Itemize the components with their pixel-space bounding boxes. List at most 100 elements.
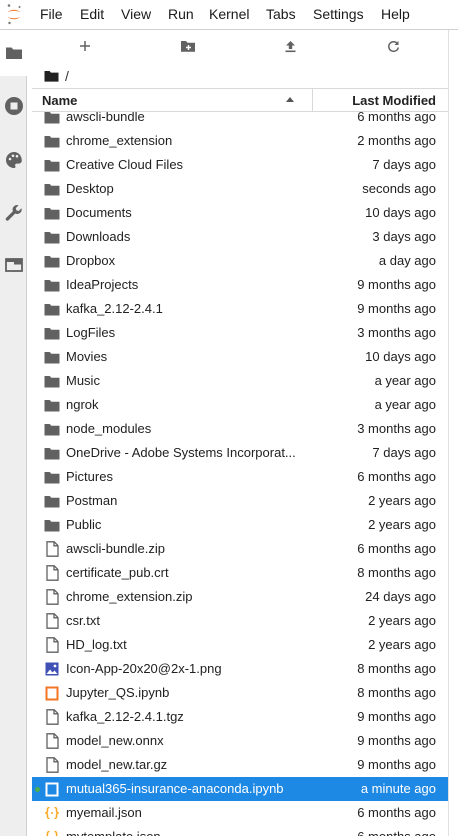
left-activity-bar bbox=[0, 30, 27, 836]
running-sessions-tab[interactable] bbox=[3, 95, 25, 117]
folder-icon bbox=[44, 181, 60, 197]
file-row[interactable]: mytemplate.json 6 months ago bbox=[32, 825, 448, 836]
file-modified: 8 months ago bbox=[357, 565, 436, 580]
file-modified: seconds ago bbox=[362, 181, 436, 196]
file-row[interactable]: Postman 2 years ago bbox=[32, 489, 448, 513]
file-name: Creative Cloud Files bbox=[66, 157, 184, 172]
right-sidebar-edge bbox=[448, 30, 458, 836]
file-row[interactable]: Creative Cloud Files 7 days ago bbox=[32, 153, 448, 177]
file-row[interactable]: node_modules 3 months ago bbox=[32, 417, 448, 441]
wrench-icon bbox=[5, 205, 22, 221]
column-divider[interactable] bbox=[312, 89, 313, 111]
file-row[interactable]: chrome_extension.zip 24 days ago bbox=[32, 585, 448, 609]
file-name: HD_log.txt bbox=[66, 637, 127, 652]
file-row[interactable]: LogFiles 3 months ago bbox=[32, 321, 448, 345]
file-modified: 3 days ago bbox=[372, 229, 436, 244]
file-row[interactable]: Documents 10 days ago bbox=[32, 201, 448, 225]
file-modified: 9 months ago bbox=[357, 301, 436, 316]
file-row[interactable]: mutual365-insurance-anaconda.ipynb a minu… bbox=[32, 777, 448, 801]
file-row[interactable]: Dropbox a day ago bbox=[32, 249, 448, 273]
file-modified: 2 years ago bbox=[368, 493, 436, 508]
menu-help[interactable]: Help bbox=[381, 6, 410, 22]
file-name: kafka_2.12-2.4.1 bbox=[66, 301, 163, 316]
file-row[interactable]: Public 2 years ago bbox=[32, 513, 448, 537]
file-row[interactable]: chrome_extension 2 months ago bbox=[32, 129, 448, 153]
extension-manager-tab[interactable] bbox=[3, 202, 25, 224]
file-row[interactable]: kafka_2.12-2.4.1.tgz 9 months ago bbox=[32, 705, 448, 729]
file-row[interactable]: HD_log.txt 2 years ago bbox=[32, 633, 448, 657]
file-row[interactable]: awscli-bundle 6 months ago bbox=[32, 112, 448, 129]
file-row[interactable]: csr.txt 2 years ago bbox=[32, 609, 448, 633]
upload-files-button[interactable] bbox=[279, 36, 301, 56]
folder-icon bbox=[6, 47, 22, 59]
file-modified: 2 years ago bbox=[368, 637, 436, 652]
folder-icon bbox=[44, 277, 60, 293]
tabs-tab[interactable] bbox=[3, 254, 25, 276]
file-name: Pictures bbox=[66, 469, 113, 484]
file-modified: 2 months ago bbox=[357, 133, 436, 148]
file-list[interactable]: awscli-bundle 6 months ago chrome_extensio… bbox=[32, 112, 448, 836]
menu-edit[interactable]: Edit bbox=[80, 6, 104, 22]
file-modified: 7 days ago bbox=[372, 445, 436, 460]
file-row[interactable]: myemail.json 6 months ago bbox=[32, 801, 448, 825]
menu-bar: File Edit View Run Kernel Tabs Settings … bbox=[0, 0, 458, 30]
file-name: Icon-App-20x20@2x-1.png bbox=[66, 661, 222, 676]
file-row[interactable]: Movies 10 days ago bbox=[32, 345, 448, 369]
menu-run[interactable]: Run bbox=[168, 6, 194, 22]
file-modified: a year ago bbox=[374, 397, 436, 412]
name-column-header[interactable]: Name bbox=[42, 93, 77, 108]
file-name: myemail.json bbox=[66, 805, 142, 820]
file-row[interactable]: Music a year ago bbox=[32, 369, 448, 393]
file-row[interactable]: certificate_pub.crt 8 months ago bbox=[32, 561, 448, 585]
folder-icon bbox=[44, 373, 60, 389]
file-modified: 6 months ago bbox=[357, 541, 436, 556]
file-icon bbox=[44, 637, 60, 653]
file-row[interactable]: Pictures 6 months ago bbox=[32, 465, 448, 489]
file-row[interactable]: OneDrive - Adobe Systems Incorporat... 7 … bbox=[32, 441, 448, 465]
file-modified: 6 months ago bbox=[357, 469, 436, 484]
menu-file[interactable]: File bbox=[40, 6, 63, 22]
menu-view[interactable]: View bbox=[121, 6, 151, 22]
menu-kernel[interactable]: Kernel bbox=[209, 6, 249, 22]
file-name: LogFiles bbox=[66, 325, 116, 340]
file-icon bbox=[44, 589, 60, 605]
file-browser-tab[interactable] bbox=[3, 42, 25, 64]
file-name: certificate_pub.crt bbox=[66, 565, 169, 580]
file-name: kafka_2.12-2.4.1.tgz bbox=[66, 709, 184, 724]
menu-settings[interactable]: Settings bbox=[313, 6, 364, 22]
file-name: ngrok bbox=[66, 397, 99, 412]
property-inspector-tab[interactable] bbox=[3, 149, 25, 171]
folder-icon bbox=[44, 469, 60, 485]
breadcrumb-root[interactable]: / bbox=[65, 68, 69, 84]
file-row[interactable]: awscli-bundle.zip 6 months ago bbox=[32, 537, 448, 561]
refresh-button[interactable] bbox=[382, 36, 404, 56]
folder-icon bbox=[44, 445, 60, 461]
file-name: chrome_extension.zip bbox=[66, 589, 193, 604]
file-modified: 2 years ago bbox=[368, 517, 436, 532]
folder-icon bbox=[44, 301, 60, 317]
file-modified: 9 months ago bbox=[357, 733, 436, 748]
file-name: mytemplate.json bbox=[66, 829, 161, 836]
file-row[interactable]: Jupyter_QS.ipynb 8 months ago bbox=[32, 681, 448, 705]
file-row[interactable]: model_new.tar.gz 9 months ago bbox=[32, 753, 448, 777]
jupyter-logo-icon bbox=[7, 4, 21, 25]
palette-icon bbox=[6, 152, 22, 168]
new-launcher-button[interactable] bbox=[74, 36, 96, 56]
file-modified: 9 months ago bbox=[357, 709, 436, 724]
file-name: OneDrive - Adobe Systems Incorporat... bbox=[66, 445, 296, 460]
file-row[interactable]: Icon-App-20x20@2x-1.png 8 months ago bbox=[32, 657, 448, 681]
file-row[interactable]: kafka_2.12-2.4.1 9 months ago bbox=[32, 297, 448, 321]
file-row[interactable]: IdeaProjects 9 months ago bbox=[32, 273, 448, 297]
new-folder-button[interactable] bbox=[177, 36, 199, 56]
folder-icon bbox=[44, 253, 60, 269]
home-folder-icon[interactable] bbox=[44, 70, 59, 82]
menu-tabs[interactable]: Tabs bbox=[266, 6, 296, 22]
folder-icon bbox=[44, 133, 60, 149]
file-modified: 10 days ago bbox=[365, 205, 436, 220]
file-row[interactable]: Downloads 3 days ago bbox=[32, 225, 448, 249]
file-row[interactable]: Desktop seconds ago bbox=[32, 177, 448, 201]
last-modified-column-header[interactable]: Last Modified bbox=[352, 93, 436, 108]
file-row[interactable]: ngrok a year ago bbox=[32, 393, 448, 417]
file-row[interactable]: model_new.onnx 9 months ago bbox=[32, 729, 448, 753]
file-name: awscli-bundle bbox=[66, 112, 145, 124]
